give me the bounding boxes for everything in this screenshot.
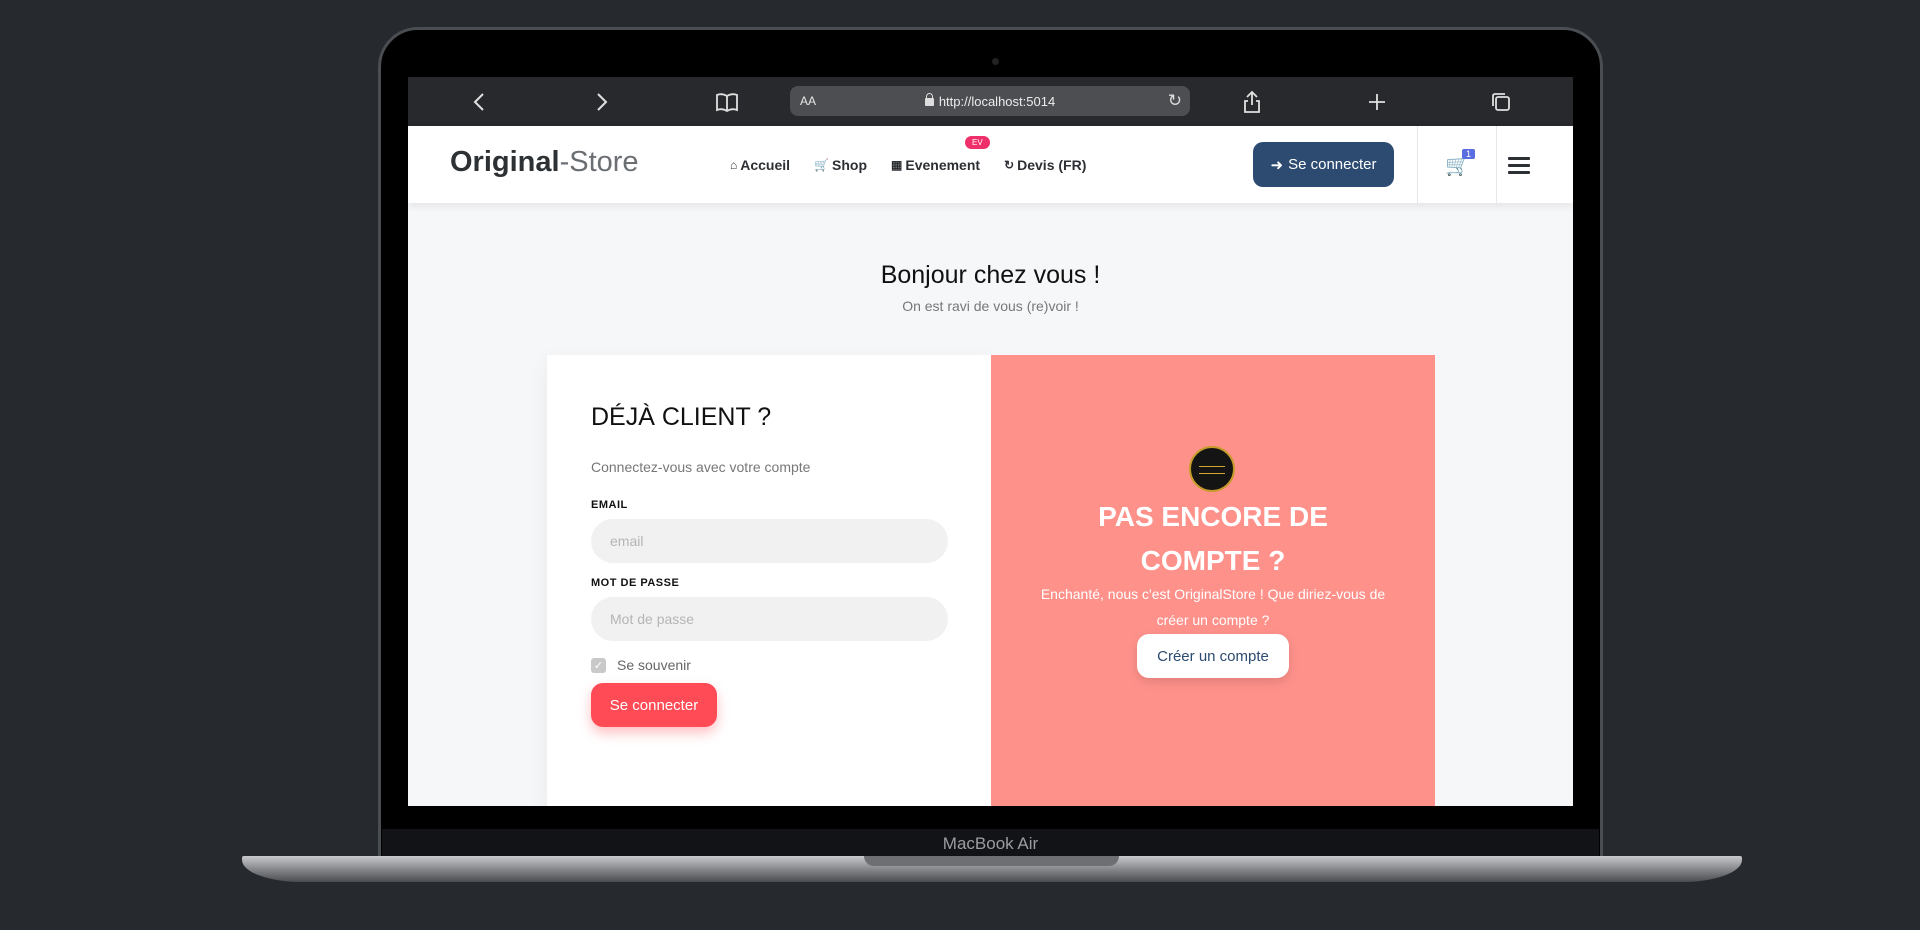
email-label: EMAIL: [591, 499, 628, 511]
camera: [992, 58, 999, 65]
password-input[interactable]: [591, 597, 948, 641]
login-card: DÉJÀ CLIENT ? Connectez-vous avec votre …: [547, 355, 991, 806]
laptop-chin: MacBook Air: [382, 829, 1599, 857]
address-bar[interactable]: AA http://localhost:5014 ↻: [790, 86, 1190, 116]
login-subtitle: Connectez-vous avec votre compte: [591, 459, 811, 475]
laptop-base: [242, 856, 1742, 882]
tabs-icon[interactable]: [1488, 89, 1514, 115]
signup-title: PAS ENCORE DE COMPTE ?: [1098, 501, 1328, 576]
remember-checkbox[interactable]: ✓: [591, 657, 606, 673]
header-login-label: Se connecter: [1288, 156, 1377, 173]
site-navbar: Original-Store ⌂ Accueil 🛒 Shop ▦ Evenem…: [408, 126, 1573, 203]
page-subtitle: On est ravi de vous (re)voir !: [902, 298, 1079, 314]
cart-count-badge: 1: [1462, 149, 1476, 159]
divider: [1496, 126, 1497, 203]
divider: [1417, 126, 1418, 203]
new-tab-icon[interactable]: [1364, 89, 1390, 115]
cart-icon: 🛒: [814, 158, 830, 172]
store-logo: [1189, 446, 1235, 492]
sign-in-icon: ➜: [1270, 156, 1284, 174]
brand-light: -Store: [559, 146, 639, 178]
nav-item-accueil[interactable]: ⌂ Accueil: [730, 157, 790, 173]
main-menu: ⌂ Accueil 🛒 Shop ▦ Evenement ↻ Devis (FR…: [730, 136, 1086, 173]
lock-icon: [924, 93, 934, 106]
bookmarks-icon[interactable]: [714, 89, 740, 115]
laptop-notch: [864, 856, 1119, 866]
browser-toolbar: AA http://localhost:5014 ↻: [408, 77, 1573, 126]
reload-icon[interactable]: ↻: [1168, 91, 1182, 111]
share-icon[interactable]: [1239, 89, 1265, 115]
nav-item-label: Accueil: [740, 157, 791, 173]
refresh-icon: ↻: [1004, 158, 1015, 172]
remember-me[interactable]: ✓ Se souvenir: [591, 657, 691, 673]
nav-item-label: Devis (FR): [1017, 157, 1087, 173]
calendar-icon: ▦: [891, 158, 903, 172]
signup-subtitle: Enchanté, nous c'est OriginalStore ! Que…: [1040, 586, 1386, 628]
back-icon[interactable]: [466, 89, 492, 115]
nav-item-label: Evenement: [905, 157, 981, 173]
browser-window: AA http://localhost:5014 ↻ Original-Stor…: [408, 77, 1573, 806]
password-label: MOT DE PASSE: [591, 577, 680, 589]
nav-item-label: Shop: [832, 157, 868, 173]
forward-icon[interactable]: [589, 89, 615, 115]
event-badge: EV: [965, 136, 990, 149]
remember-label: Se souvenir: [617, 657, 691, 673]
cart-button[interactable]: 🛒 1: [1445, 149, 1476, 178]
create-account-button[interactable]: Créer un compte: [1137, 634, 1289, 678]
nav-item-devis[interactable]: ↻ Devis (FR): [1004, 157, 1086, 173]
hamburger-menu-icon[interactable]: [1508, 157, 1530, 178]
url-text: http://localhost:5014: [938, 94, 1056, 109]
brand-strong: Original: [450, 146, 560, 178]
nav-item-shop[interactable]: 🛒 Shop: [814, 157, 867, 173]
email-input[interactable]: [591, 519, 948, 563]
login-title: DÉJÀ CLIENT ?: [591, 403, 772, 431]
login-submit-button[interactable]: Se connecter: [591, 683, 717, 727]
home-icon: ⌂: [730, 158, 738, 172]
nav-item-evenement[interactable]: ▦ Evenement: [891, 157, 980, 173]
header-login-button[interactable]: ➜ Se connecter: [1253, 142, 1394, 187]
page-title: Bonjour chez vous !: [880, 261, 1101, 289]
brand-logo[interactable]: Original-Store: [450, 146, 639, 179]
signup-panel: PAS ENCORE DE COMPTE ? Enchanté, nous c'…: [991, 355, 1435, 806]
device-label: MacBook Air: [942, 834, 1039, 853]
